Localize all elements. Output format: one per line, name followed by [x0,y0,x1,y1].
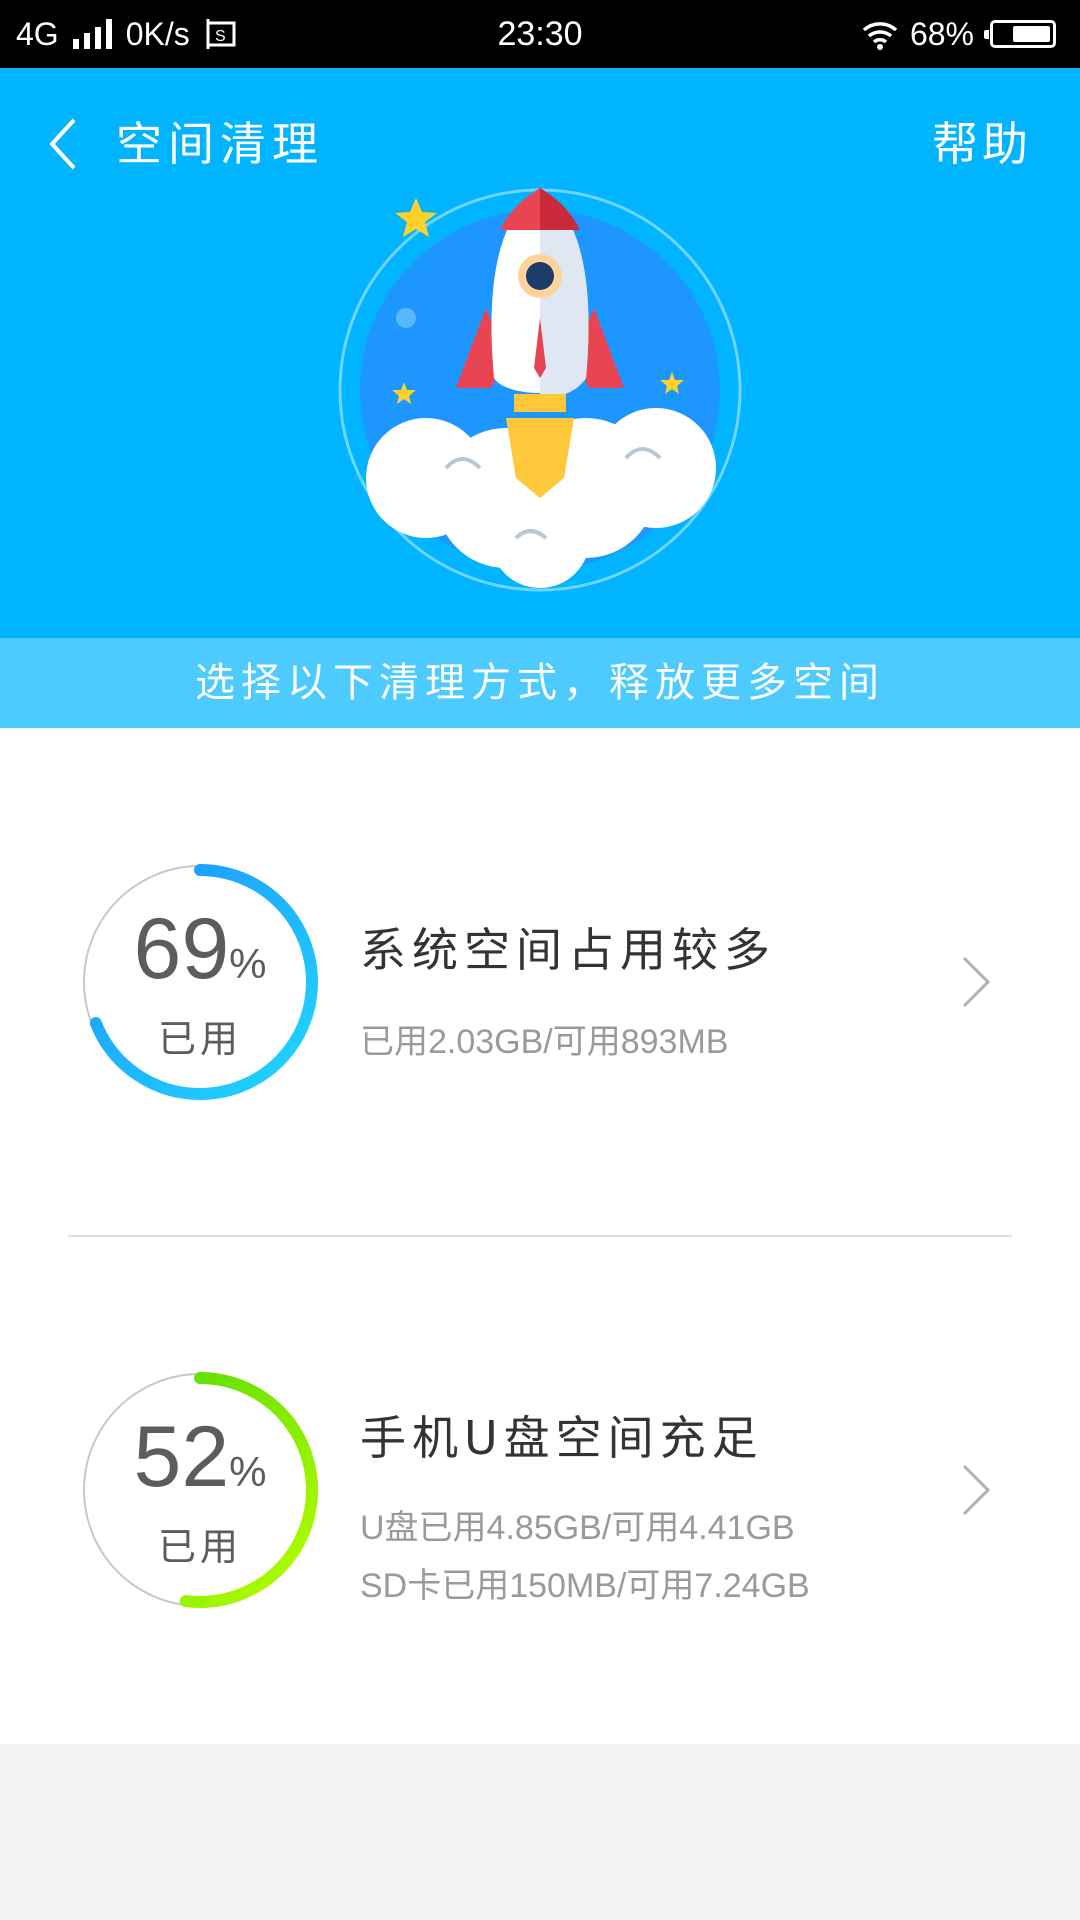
battery-icon [984,20,1056,48]
help-button[interactable]: 帮助 [932,112,1032,176]
cleanup-list: 69% 已用 系统空间占用较多 已用2.03GB/可用893MB 52% 已用 … [0,728,1080,1744]
header: 空间清理 帮助 [0,68,1080,638]
used-label: 已用 [157,1017,242,1061]
usage-percent: 52% [133,1409,267,1505]
back-button[interactable] [44,114,84,174]
item-title: 手机U盘空间充足 [360,1411,764,1465]
item-detail-sd-card: SD卡已用150MB/可用7.24GB [360,1567,810,1605]
item-detail-u-disk: U盘已用4.85GB/可用4.41GB [360,1509,795,1547]
used-label: 已用 [157,1525,242,1569]
subtitle-banner: 选择以下清理方式，释放更多空间 [0,638,1080,728]
list-item-system-space[interactable]: 69% 已用 系统空间占用较多 已用2.03GB/可用893MB [0,728,1080,1237]
item-detail: 已用2.03GB/可用893MB [360,1023,729,1061]
rocket-illustration [338,188,742,592]
usage-percent: 69% [133,901,267,997]
battery-percent: 68% [909,16,974,52]
chevron-right-icon [962,956,991,1008]
list-item-phone-storage[interactable]: 52% 已用 手机U盘空间充足 U盘已用4.85GB/可用4.41GB SD卡已… [0,1236,1080,1744]
status-right: 68% [860,14,1056,54]
status-bar: 4G 0K/s S 23:30 68% [0,0,1080,68]
chevron-right-icon [962,1464,991,1516]
wifi-icon [862,22,898,50]
page-title: 空间清理 [116,117,324,171]
item-title: 系统空间占用较多 [360,923,776,977]
